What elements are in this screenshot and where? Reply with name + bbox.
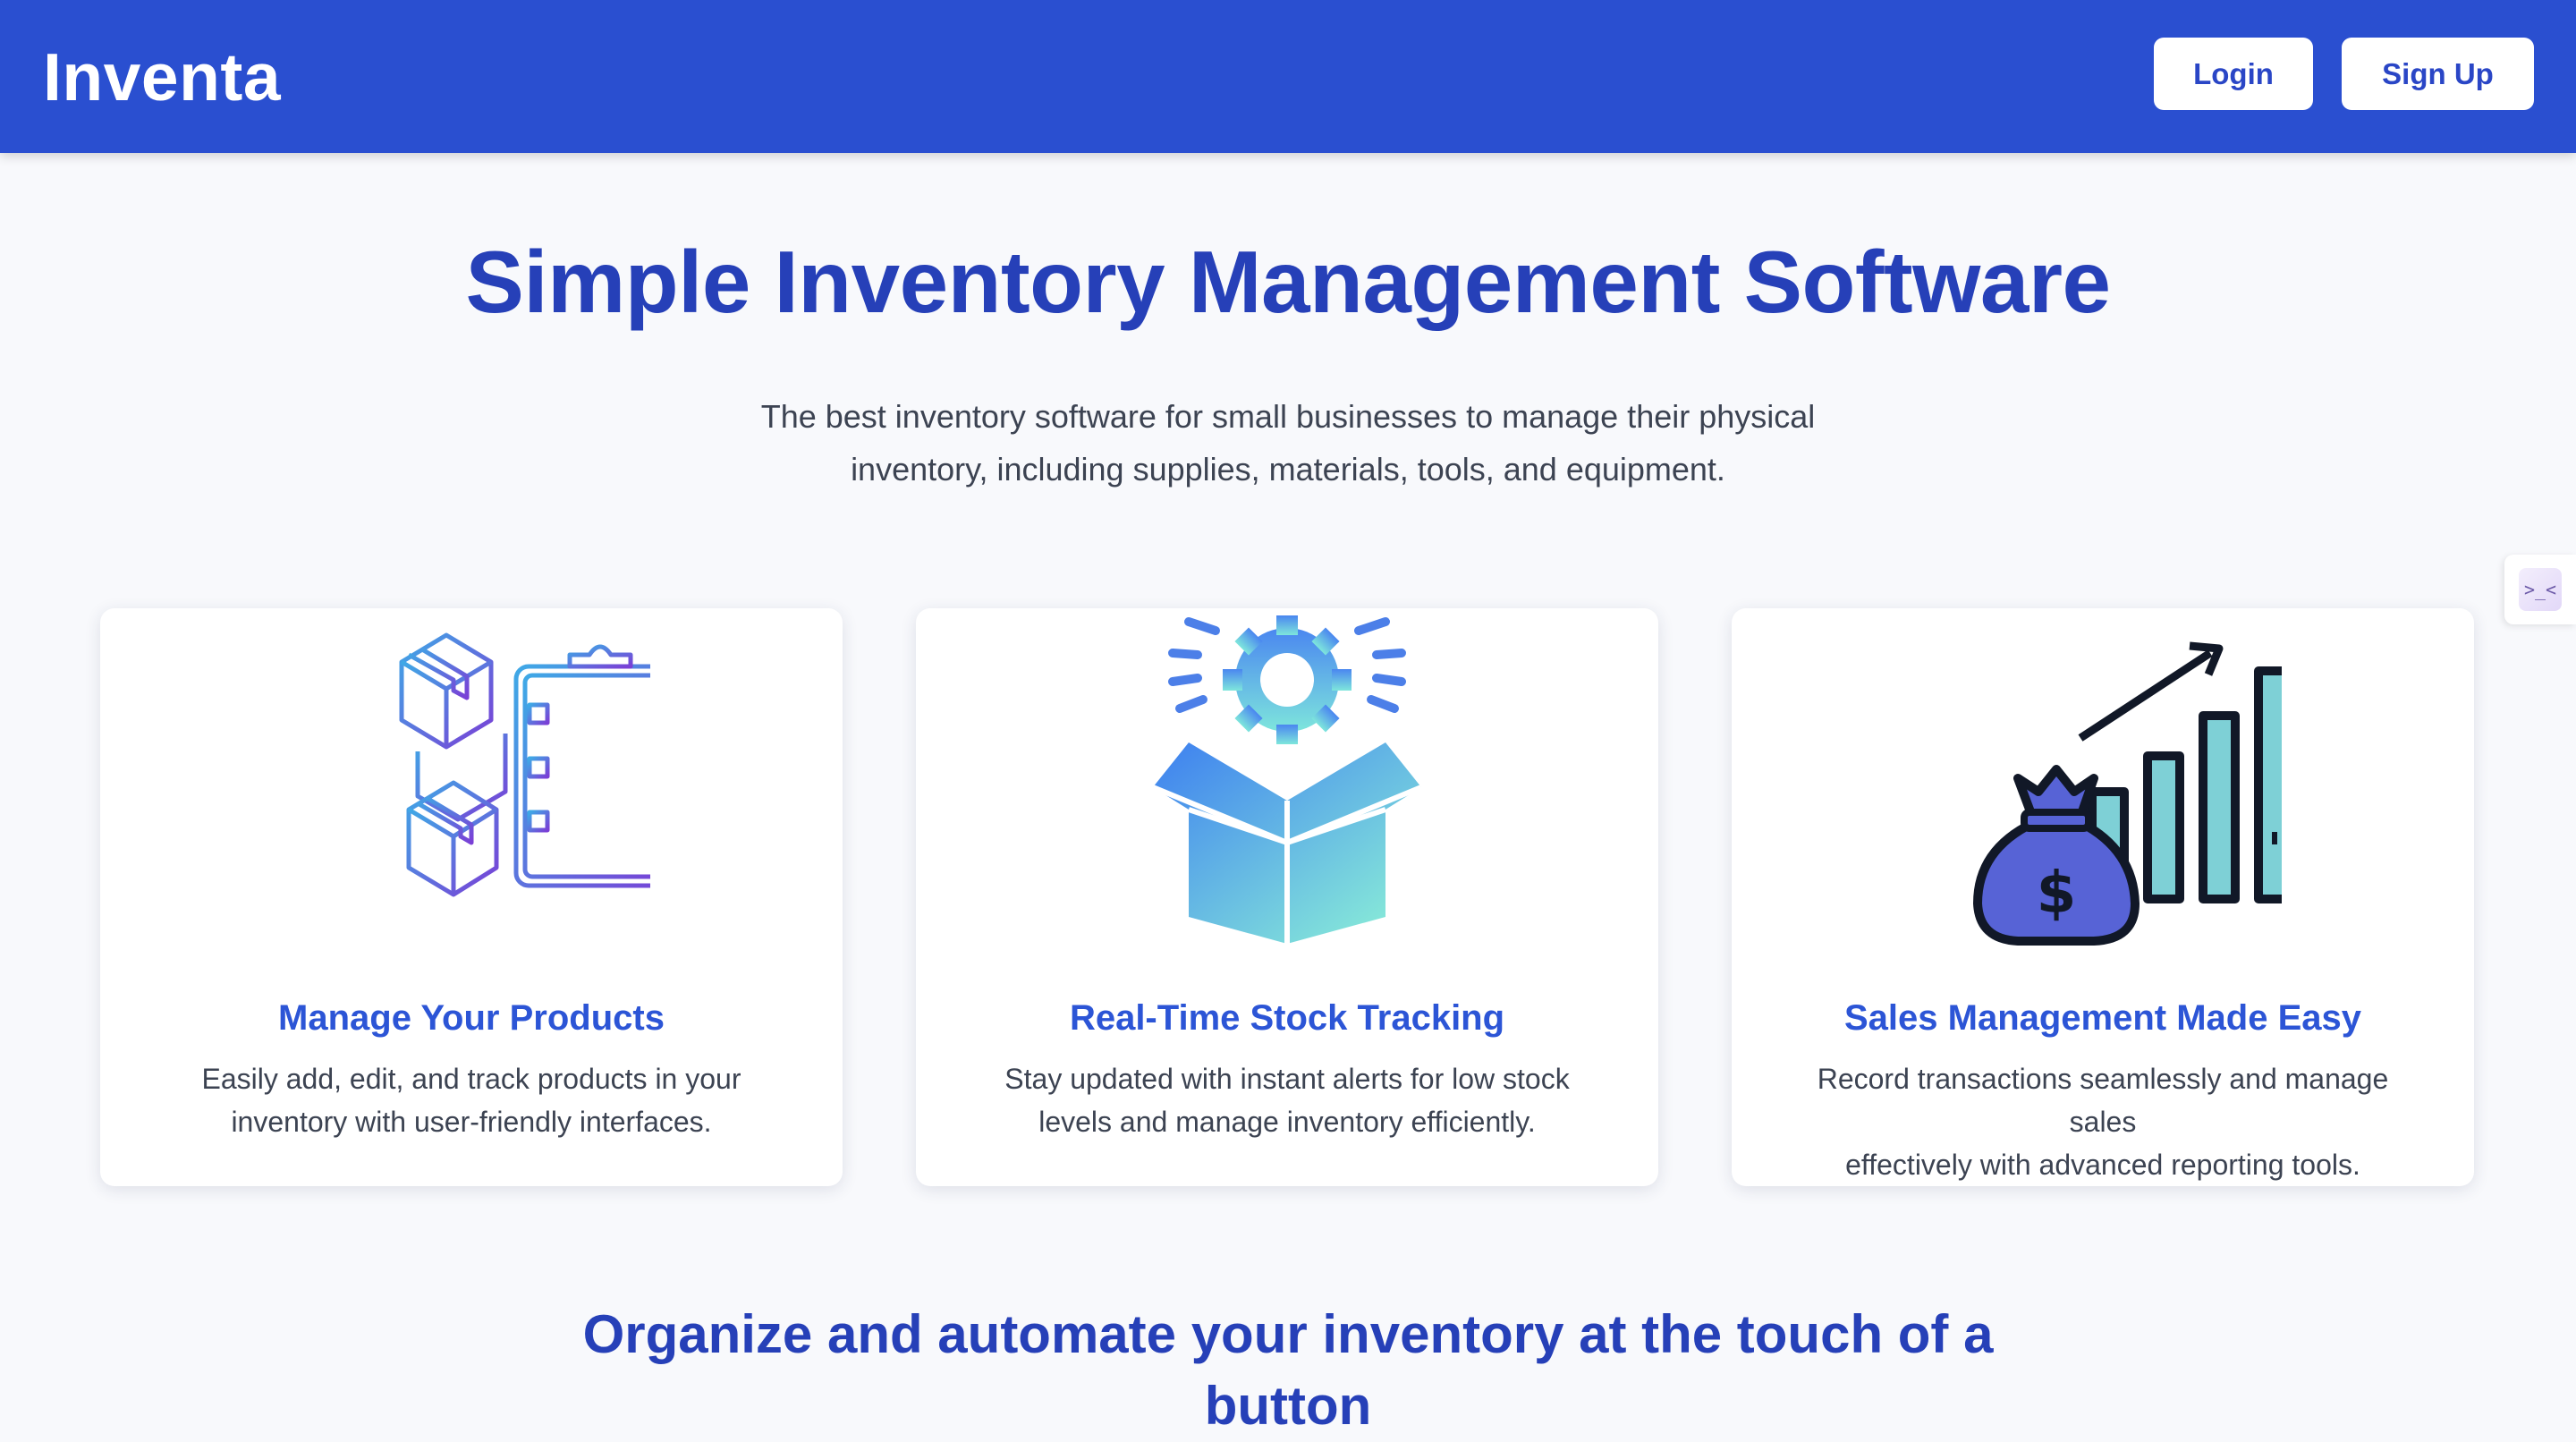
boxes-clipboard-icon bbox=[399, 632, 650, 897]
login-button[interactable]: Login bbox=[2154, 38, 2313, 110]
side-extension-widget[interactable]: >_< bbox=[2504, 555, 2576, 624]
feature-description: Easily add, edit, and track products in … bbox=[181, 1057, 762, 1143]
feature-description: Record transactions seamlessly and manag… bbox=[1812, 1057, 2394, 1186]
hero-subtitle-line-1: The best inventory software for small bu… bbox=[760, 398, 1816, 435]
feature-description-line-2: effectively with advanced reporting tool… bbox=[1845, 1149, 2360, 1181]
feature-card-stock-tracking: Real-Time Stock Tracking Stay updated wi… bbox=[916, 608, 1658, 1186]
feature-description-line-1: Easily add, edit, and track products in … bbox=[201, 1063, 741, 1095]
extension-widget-icon: >_< bbox=[2519, 568, 2562, 611]
feature-description-line-2: levels and manage inventory efficiently. bbox=[1038, 1106, 1536, 1138]
brand-logo-text[interactable]: Inventa bbox=[43, 32, 281, 122]
money-bag-chart-icon: $ bbox=[1973, 641, 2282, 946]
feature-title: Sales Management Made Easy bbox=[1843, 998, 2362, 1038]
feature-description-line-2: inventory with user-friendly interfaces. bbox=[231, 1106, 712, 1138]
box-gear-icon bbox=[1151, 615, 1423, 946]
feature-card-manage-products: Manage Your Products Easily add, edit, a… bbox=[100, 608, 843, 1186]
hero-title: Simple Inventory Management Software bbox=[465, 233, 2111, 331]
feature-title: Manage Your Products bbox=[278, 998, 665, 1038]
feature-card-sales-management: $ Sales Management Made Easy Record tran… bbox=[1732, 608, 2474, 1186]
svg-text:$: $ bbox=[2037, 861, 2077, 927]
feature-title: Real-Time Stock Tracking bbox=[1069, 998, 1505, 1038]
signup-button[interactable]: Sign Up bbox=[2342, 38, 2534, 110]
hero-subtitle-line-2: inventory, including supplies, materials… bbox=[851, 451, 1725, 488]
feature-description: Stay updated with instant alerts for low… bbox=[996, 1057, 1578, 1143]
feature-description-line-1: Stay updated with instant alerts for low… bbox=[1004, 1063, 1570, 1095]
feature-description-line-1: Record transactions seamlessly and manag… bbox=[1817, 1063, 2389, 1138]
hero-subtitle: The best inventory software for small bu… bbox=[698, 390, 1878, 496]
section-heading-organize: Organize and automate your inventory at … bbox=[582, 1304, 1994, 1436]
top-navigation-bar: Inventa Login Sign Up bbox=[0, 0, 2576, 153]
